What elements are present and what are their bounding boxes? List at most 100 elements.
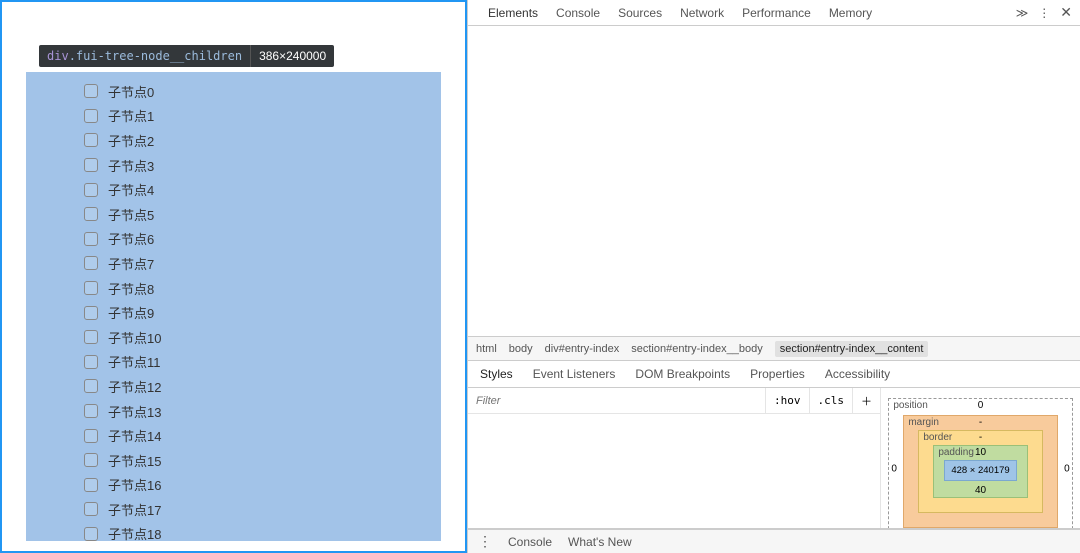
bm-border-label: border xyxy=(923,432,952,443)
tree-item-label: 子节点8 xyxy=(108,279,154,298)
tree-item-label: 子节点11 xyxy=(108,352,161,371)
bm-padding-bottom: 40 xyxy=(975,485,986,496)
checkbox-icon[interactable] xyxy=(84,478,98,492)
crumb-body[interactable]: body xyxy=(509,343,533,355)
subtab-accessibility[interactable]: Accessibility xyxy=(825,367,890,381)
tree-item-label: 子节点17 xyxy=(108,500,161,519)
tree-item-label: 子节点6 xyxy=(108,229,154,248)
tree-item-label: 子节点0 xyxy=(108,82,154,101)
bm-border-val: - xyxy=(979,432,982,443)
close-icon[interactable]: ✕ xyxy=(1060,4,1072,21)
bm-position-top: 0 xyxy=(978,400,984,411)
tree-item[interactable]: 子节点7 xyxy=(84,251,161,276)
checkbox-icon[interactable] xyxy=(84,527,98,541)
drawer-handle-icon[interactable]: ⋮ xyxy=(478,533,492,550)
tab-console[interactable]: Console xyxy=(556,6,600,20)
checkbox-icon[interactable] xyxy=(84,306,98,320)
tree-item[interactable]: 子节点18 xyxy=(84,522,161,547)
style-rules[interactable] xyxy=(468,414,880,426)
tree-item[interactable]: 子节点10 xyxy=(84,325,161,350)
crumb-entry-index[interactable]: div#entry-index xyxy=(545,343,620,355)
subtab-dom-breakpoints[interactable]: DOM Breakpoints xyxy=(635,367,730,381)
checkbox-icon[interactable] xyxy=(84,109,98,123)
tab-network[interactable]: Network xyxy=(680,6,724,20)
checkbox-icon[interactable] xyxy=(84,453,98,467)
tab-memory[interactable]: Memory xyxy=(829,6,872,20)
tree-item[interactable]: 子节点4 xyxy=(84,177,161,202)
tree-item[interactable]: 子节点2 xyxy=(84,128,161,153)
tree-item[interactable]: 子节点13 xyxy=(84,399,161,424)
tree-item[interactable]: 子节点3 xyxy=(84,153,161,178)
tree-item[interactable]: 子节点8 xyxy=(84,276,161,301)
checkbox-icon[interactable] xyxy=(84,256,98,270)
tree-item[interactable]: 子节点0 xyxy=(84,79,161,104)
styles-column: :hov .cls ＋ xyxy=(468,388,880,528)
tree-item[interactable]: 子节点6 xyxy=(84,227,161,252)
checkbox-icon[interactable] xyxy=(84,281,98,295)
breadcrumb: html body div#entry-index section#entry-… xyxy=(468,336,1080,360)
cls-toggle[interactable]: .cls xyxy=(809,388,853,413)
tree-item[interactable]: 子节点14 xyxy=(84,423,161,448)
tree-item[interactable]: 子节点16 xyxy=(84,473,161,498)
tree-item-label: 子节点15 xyxy=(108,451,161,470)
drawer-tabs: ⋮ Console What's New xyxy=(468,529,1080,553)
tree-item-label: 子节点12 xyxy=(108,377,161,396)
hov-toggle[interactable]: :hov xyxy=(765,388,809,413)
subtab-event-listeners[interactable]: Event Listeners xyxy=(533,367,616,381)
tree-item-label: 子节点18 xyxy=(108,524,161,543)
new-rule-button[interactable]: ＋ xyxy=(852,388,880,413)
checkbox-icon[interactable] xyxy=(84,502,98,516)
crumb-entry-index-body[interactable]: section#entry-index__body xyxy=(631,343,762,355)
tree-item-label: 子节点3 xyxy=(108,156,154,175)
tree-item[interactable]: 子节点5 xyxy=(84,202,161,227)
tree-item[interactable]: 子节点15 xyxy=(84,448,161,473)
bm-padding-label: padding xyxy=(938,447,974,458)
tab-sources[interactable]: Sources xyxy=(618,6,662,20)
drawer-tab-console[interactable]: Console xyxy=(508,535,552,549)
checkbox-icon[interactable] xyxy=(84,429,98,443)
devtools-menu-icon[interactable]: ⋮ xyxy=(1038,6,1050,20)
checkbox-icon[interactable] xyxy=(84,232,98,246)
tree-list: 子节点0 子节点1 子节点2 子节点3 子节点4 子节点5 子节点6 子节点7 子节点8 子节点9… xyxy=(84,79,161,546)
tree-item-label: 子节点2 xyxy=(108,131,154,150)
drawer-tab-whatsnew[interactable]: What's New xyxy=(568,535,632,549)
checkbox-icon[interactable] xyxy=(84,207,98,221)
tree-item-label: 子节点7 xyxy=(108,254,154,273)
bm-margin-label: margin xyxy=(908,417,939,428)
checkbox-icon[interactable] xyxy=(84,84,98,98)
tab-elements[interactable]: Elements xyxy=(488,6,538,20)
tree-item-label: 子节点10 xyxy=(108,328,161,347)
tree-item-label: 子节点1 xyxy=(108,106,154,125)
subtab-properties[interactable]: Properties xyxy=(750,367,805,381)
bm-padding-top: 10 xyxy=(975,447,986,458)
tooltip-dimensions: 386×240000 xyxy=(251,45,334,67)
checkbox-icon[interactable] xyxy=(84,404,98,418)
tooltip-class: .fui-tree-node__children xyxy=(69,49,242,63)
tree-item-label: 子节点13 xyxy=(108,402,161,421)
tree-item[interactable]: 子节点1 xyxy=(84,104,161,129)
styles-subtabs: Styles Event Listeners DOM Breakpoints P… xyxy=(468,360,1080,388)
checkbox-icon[interactable] xyxy=(84,158,98,172)
tree-item-label: 子节点5 xyxy=(108,205,154,224)
checkbox-icon[interactable] xyxy=(84,379,98,393)
tab-performance[interactable]: Performance xyxy=(742,6,811,20)
tree-item[interactable]: 子节点17 xyxy=(84,497,161,522)
crumb-entry-index-content[interactable]: section#entry-index__content xyxy=(775,341,929,357)
tabs-overflow-icon[interactable]: ≫ xyxy=(1016,6,1029,20)
checkbox-icon[interactable] xyxy=(84,355,98,369)
styles-filter-input[interactable] xyxy=(468,395,765,407)
checkbox-icon[interactable] xyxy=(84,183,98,197)
crumb-html[interactable]: html xyxy=(476,343,497,355)
tree-item-label: 子节点16 xyxy=(108,475,161,494)
checkbox-icon[interactable] xyxy=(84,133,98,147)
tree-item-label: 子节点9 xyxy=(108,303,154,322)
element-inspect-tooltip: div.fui-tree-node__children 386×240000 xyxy=(39,45,334,67)
tree-item[interactable]: 子节点12 xyxy=(84,374,161,399)
subtab-styles[interactable]: Styles xyxy=(480,367,513,381)
tree-item-label: 子节点4 xyxy=(108,180,154,199)
elements-dom-tree[interactable] xyxy=(468,26,1080,336)
devtools-panel: Elements Console Sources Network Perform… xyxy=(467,0,1080,553)
checkbox-icon[interactable] xyxy=(84,330,98,344)
tree-item[interactable]: 子节点9 xyxy=(84,300,161,325)
tree-item[interactable]: 子节点11 xyxy=(84,350,161,375)
